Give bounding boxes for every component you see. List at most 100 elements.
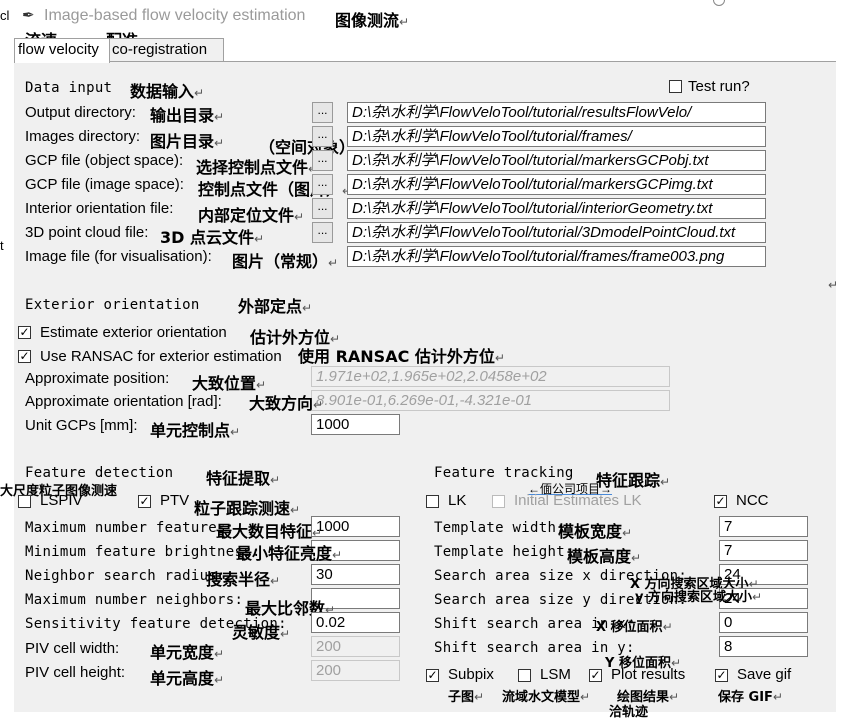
initial-estimates-checkbox[interactable] <box>492 495 505 508</box>
neighbor-radius-field[interactable]: 30 <box>311 564 400 585</box>
images-directory-label: Images directory: <box>25 128 141 145</box>
lsm-checkbox[interactable] <box>518 669 531 682</box>
window-title: Image-based flow velocity estimation <box>44 7 306 24</box>
subpix-checkbox[interactable]: ✓ <box>426 669 439 682</box>
interior-orientation-field[interactable]: D:\杂\水利学\FlowVeloTool/tutorial/interiorG… <box>347 198 766 219</box>
template-height-zh: 模板高度↵ <box>567 547 642 566</box>
unit-gcps-label: Unit GCPs [mm]: <box>25 417 138 434</box>
neighbor-radius-zh: 搜索半径↵ <box>206 570 281 589</box>
template-height-field[interactable]: 7 <box>719 540 808 561</box>
piv-cell-height-field[interactable]: 200 <box>311 660 400 681</box>
app-window: cl ✒ Image-based flow velocity estimatio… <box>0 0 841 720</box>
image-file-zh: 图片（常规）↵ <box>232 252 339 271</box>
point-cloud-zh: 3D 点云文件↵ <box>160 228 265 247</box>
feature-detection-heading-zh: 特征提取↵ <box>206 469 281 488</box>
gcp-image-browse-button[interactable]: ... <box>312 174 333 195</box>
neighbor-radius-label: Neighbor search radius: <box>25 568 226 584</box>
gcp-image-label: GCP file (image space): <box>25 176 184 193</box>
point-cloud-field[interactable]: D:\杂\水利学\FlowVeloTool/tutorial/3DmodelPo… <box>347 222 766 243</box>
gcp-image-field[interactable]: D:\杂\水利学\FlowVeloTool/tutorial/markersGC… <box>347 174 766 195</box>
point-cloud-browse-button[interactable]: ... <box>312 222 333 243</box>
gcp-object-zh: 选择控制点文件↵ <box>196 158 318 177</box>
images-directory-field[interactable]: D:\杂\水利学\FlowVeloTool/tutorial/frames/ <box>347 126 766 147</box>
sensitivity-zh: 灵敏度↵ <box>232 623 291 642</box>
image-file-field[interactable]: D:\杂\水利学\FlowVeloTool/tutorial/frames/fr… <box>347 246 766 267</box>
min-brightness-zh: 最小特征亮度↵ <box>236 544 343 563</box>
gcp-object-browse-button[interactable]: ... <box>312 150 333 171</box>
approx-position-field[interactable]: 1.971e+02,1.965e+02,2.0458e+02 <box>311 366 670 387</box>
output-directory-browse-button[interactable]: ... <box>312 102 333 123</box>
save-gif-checkbox[interactable]: ✓ <box>715 669 728 682</box>
approx-position-label: Approximate position: <box>25 370 170 387</box>
feature-detection-heading: Feature detection <box>25 465 174 481</box>
image-file-label: Image file (for visualisation): <box>25 248 212 265</box>
images-directory-browse-button[interactable]: ... <box>312 126 333 147</box>
data-input-heading-zh: 数据输入↵ <box>130 82 205 101</box>
piv-cell-height-label: PIV cell height: <box>25 664 126 681</box>
unit-gcps-field[interactable]: 1000 <box>311 414 400 435</box>
interior-orientation-zh: 内部定位文件↵ <box>198 206 305 225</box>
ncc-checkbox[interactable]: ✓ <box>714 495 727 508</box>
template-width-zh: 模板宽度↵ <box>558 522 633 541</box>
unit-gcps-zh: 单元控制点↵ <box>150 421 241 440</box>
output-directory-label: Output directory: <box>25 104 136 121</box>
plot-results-checkbox[interactable]: ✓ <box>589 669 602 682</box>
search-y-zh: y 方向搜索区域大小↵ <box>635 590 763 605</box>
template-width-label: Template width: <box>434 520 565 536</box>
ptv-zh: 粒子跟踪测速↵ <box>194 499 301 518</box>
initial-estimates-label: Initial Estimates LK <box>514 492 642 509</box>
edge-text: cl <box>0 8 10 23</box>
window-notch-icon <box>713 0 725 6</box>
template-width-field[interactable]: 7 <box>719 516 808 537</box>
use-ransac-zh: 使用 RANSAC 估计外方位↵ <box>298 347 505 366</box>
max-neighbors-label: Maximum number neighbors: <box>25 592 244 608</box>
lk-checkbox[interactable] <box>426 495 439 508</box>
save-gif-label: Save gif <box>737 666 792 683</box>
edge-text-mid: t <box>0 238 4 253</box>
max-features-label: Maximum number features: <box>25 520 235 536</box>
subpix-label: Subpix <box>448 666 494 683</box>
piv-cell-width-label: PIV cell width: <box>25 640 120 657</box>
sensitivity-field[interactable]: 0.02 <box>311 612 400 633</box>
shift-y-field[interactable]: 8 <box>719 636 808 657</box>
interior-orientation-browse-button[interactable]: ... <box>312 198 333 219</box>
piv-cell-width-field[interactable]: 200 <box>311 636 400 657</box>
feather-icon: ✒ <box>22 7 35 24</box>
interior-orientation-label: Interior orientation file: <box>25 200 174 217</box>
estimate-exterior-label: Estimate exterior orientation <box>40 324 227 341</box>
images-directory-zh: 图片目录↵ <box>150 132 225 151</box>
point-cloud-label: 3D point cloud file: <box>25 224 149 241</box>
lspiv-checkbox[interactable] <box>18 495 31 508</box>
lsm-zh: 流域水文模型↵ <box>502 690 591 705</box>
tab-flow-velocity[interactable]: flow velocity <box>14 38 110 63</box>
tab-co-registration[interactable]: co-registration <box>108 38 224 62</box>
lsm-label: LSM <box>540 666 571 683</box>
output-directory-zh: 输出目录↵ <box>150 106 225 125</box>
test-run-checkbox[interactable] <box>669 80 682 93</box>
max-features-field[interactable]: 1000 <box>311 516 400 537</box>
ncc-label: NCC <box>736 492 769 509</box>
trajectory-zh: 洽轨迹 <box>609 705 649 720</box>
window-title-zh: 图像测流↵ <box>335 11 410 30</box>
lspiv-label: LSPIV <box>40 492 83 509</box>
template-height-label: Template height: <box>434 544 574 560</box>
ptv-checkbox[interactable]: ✓ <box>138 495 151 508</box>
approx-orientation-field[interactable]: 8.901e-01,6.269e-01,-4.321e-01 <box>311 390 670 411</box>
use-ransac-checkbox[interactable]: ✓ <box>18 350 31 363</box>
exterior-heading: Exterior orientation <box>25 297 200 313</box>
output-directory-field[interactable]: D:\杂\水利学\FlowVeloTool/tutorial/resultsFl… <box>347 102 766 123</box>
lk-label: LK <box>448 492 467 509</box>
piv-cell-width-zh: 单元宽度↵ <box>150 643 225 662</box>
estimate-exterior-checkbox[interactable]: ✓ <box>18 326 31 339</box>
shift-x-field[interactable]: 0 <box>719 612 808 633</box>
subpix-zh: 子图↵ <box>448 690 485 705</box>
test-run-label: Test run? <box>688 78 750 95</box>
feature-tracking-heading: Feature tracking <box>434 465 574 481</box>
piv-cell-height-zh: 单元高度↵ <box>150 669 225 688</box>
plot-results-label: Plot results <box>611 666 686 683</box>
data-input-heading: Data input <box>25 80 113 96</box>
gcp-object-field[interactable]: D:\杂\水利学\FlowVeloTool/tutorial/markersGC… <box>347 150 766 171</box>
min-brightness-label: Minimum feature brightness: <box>25 544 261 560</box>
use-ransac-label: Use RANSAC for exterior estimation <box>40 348 282 365</box>
return-mark: ↵ <box>828 278 839 292</box>
